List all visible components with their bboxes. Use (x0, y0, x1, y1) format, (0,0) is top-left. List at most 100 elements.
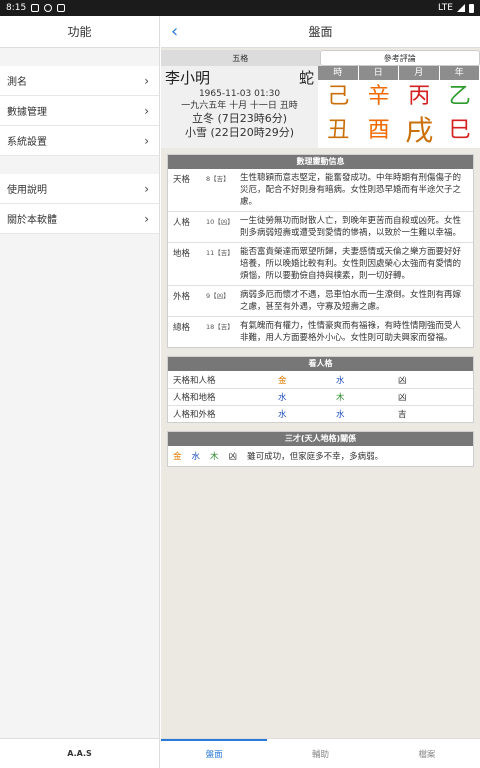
pillar-header-day: 日 (358, 66, 398, 80)
numerology-title: 數理靈動信息 (168, 155, 473, 169)
birth-datetime: 1965-11-03 01:30 (198, 89, 281, 99)
grid-score: 11【吉】 (206, 249, 234, 257)
relation-result: 凶 (398, 393, 407, 403)
grid-description: 有氣魄而有權力，性情豪爽而有福祿，有時性情剛強而受人非難，用人方面要格外小心。女… (240, 321, 462, 343)
battery-icon (469, 3, 474, 13)
grid-score: 10【凶】 (206, 218, 234, 226)
pillar-header-hour: 時 (318, 66, 358, 80)
personality-title: 看人格 (168, 357, 473, 371)
grid-score: 9【凶】 (206, 292, 230, 300)
clipboard-icon (57, 4, 66, 12)
solar-term-2: 小雪 (22日20時29分) (184, 126, 295, 139)
menu-item-help[interactable]: 使用說明 › (0, 174, 159, 204)
numerology-row: 人格 10【凶】 一生徒勞無功而財散人亡，到晚年更苦而自殺或凶死。女性則多病弱短… (168, 211, 473, 242)
branch-month: 戌 (405, 114, 434, 147)
segment-five-grids[interactable]: 五格 (161, 50, 320, 66)
menu-item-about[interactable]: 關於本軟體 › (0, 204, 159, 234)
branch-day: 酉 (367, 118, 390, 143)
menu-item-settings[interactable]: 系統設置 › (0, 126, 159, 156)
relation-name: 天格和人格 (173, 375, 216, 386)
page-title: 盤面 (308, 25, 333, 39)
element-b: 水 (336, 410, 345, 420)
tab-chart[interactable]: 盤面 (161, 739, 268, 768)
sancai-element-person: 水 (191, 452, 201, 462)
signal-icon (457, 4, 465, 12)
grid-description: 能否富貴榮達而眾望所歸，夫妻感情或天倫之樂方面要好好培養，所以晚婚比較有利。女性… (240, 247, 462, 281)
relation-row: 人格和外格 水 水 吉 (168, 405, 473, 422)
relation-result: 凶 (398, 375, 407, 386)
stem-month: 丙 (408, 84, 431, 109)
app-notification-icon (44, 4, 53, 12)
sancai-element-earth: 木 (210, 452, 219, 462)
numerology-card: 數理靈動信息 天格 8【吉】 生性聰穎而意志堅定，能奮發成功。中年時期有刑傷傷子… (167, 154, 474, 348)
element-a: 水 (278, 410, 287, 420)
personality-card: 看人格 天格和人格 金 水 凶 人格和地格 水 木 凶 人格和外格 水 水 吉 (167, 356, 474, 423)
grid-label: 地格 (173, 249, 191, 259)
stem-day: 辛 (367, 84, 390, 109)
network-type: LTE (438, 3, 453, 13)
earthly-branches-row: 丑 酉 戌 巳 (318, 114, 480, 148)
menu-item-label: 數據管理 (7, 107, 47, 118)
sancai-row: 金 水 木 凶 雖可成功，但家庭多不幸，多病弱。 (168, 446, 473, 466)
branch-year: 巳 (448, 118, 471, 143)
grid-description: 一生徒勞無功而財散人亡，到晚年更苦而自殺或凶死。女性則多病弱短壽或遭受到愛情的慘… (240, 216, 462, 238)
zodiac-sign: 蛇 (298, 69, 314, 87)
tab-bar: 盤面 輔助 檔案 (161, 738, 480, 768)
person-info: 李小明 蛇 1965-11-03 01:30 一九六五年 十月 十一日 丑時 立… (161, 66, 318, 148)
chevron-right-icon: › (144, 73, 149, 88)
sancai-element-heaven: 金 (173, 452, 182, 462)
grid-description: 病弱多厄而懷才不遇，忌車怕水而一生潦倒。女性則有再嫁之慮，甚至有外遇，守寡及短壽… (240, 290, 462, 312)
numerology-row: 總格 18【吉】 有氣魄而有權力，性情豪爽而有福祿，有時性情剛強而受人非難，用人… (168, 316, 473, 347)
person-name: 李小明 (165, 69, 211, 87)
segment-reviews[interactable]: 參考評論 (319, 50, 480, 66)
menu-item-label: 測名 (7, 77, 27, 88)
sancai-title: 三才(天人地格)關係 (168, 432, 473, 446)
element-a: 水 (278, 393, 287, 403)
chevron-right-icon: › (144, 133, 149, 148)
menu-item-naming[interactable]: 測名 › (0, 66, 159, 96)
numerology-list: 天格 8【吉】 生性聰穎而意志堅定，能奮發成功。中年時期有刑傷傷子的災厄，配合不… (168, 169, 473, 347)
element-b: 水 (336, 375, 345, 386)
grid-label: 人格 (173, 218, 191, 228)
sancai-description: 雖可成功，但家庭多不幸，多病弱。 (247, 452, 384, 462)
numerology-row: 天格 8【吉】 生性聰穎而意志堅定，能奮發成功。中年時期有刑傷傷子的災厄，配合不… (168, 169, 473, 211)
grid-description: 生性聰穎而意志堅定，能奮發成功。中年時期有刑傷傷子的災厄，配合不好則身有暗病。女… (240, 173, 462, 207)
chevron-right-icon: › (144, 103, 149, 118)
sancai-card: 三才(天人地格)關係 金 水 木 凶 雖可成功，但家庭多不幸，多病弱。 (167, 431, 474, 467)
branch-hour: 丑 (327, 118, 350, 143)
tab-files[interactable]: 檔案 (374, 739, 480, 768)
segmented-control: 五格 參考評論 (161, 50, 480, 66)
birth-chart: 李小明 蛇 1965-11-03 01:30 一九六五年 十月 十一日 丑時 立… (161, 66, 480, 148)
back-chevron-icon[interactable]: ‹ (171, 21, 178, 42)
navbar: ‹ 盤面 (161, 16, 480, 48)
tab-auxiliary[interactable]: 輔助 (267, 739, 373, 768)
relation-row: 人格和地格 水 木 凶 (168, 388, 473, 405)
menu-item-data-management[interactable]: 數據管理 › (0, 96, 159, 126)
relation-name: 人格和地格 (173, 393, 216, 403)
menu-item-label: 關於本軟體 (7, 215, 57, 226)
numerology-row: 外格 9【凶】 病弱多厄而懷才不遇，忌車怕水而一生潦倒。女性則有再嫁之慮，甚至有… (168, 285, 473, 316)
main-panel: ‹ 盤面 五格 參考評論 李小明 蛇 1965-11-03 01:30 一九六五… (161, 16, 480, 768)
side-menu-footer: A.A.S (0, 738, 159, 768)
lunar-date: 一九六五年 十月 十一日 丑時 (181, 101, 298, 111)
sancai-result: 凶 (228, 452, 238, 462)
relation-name: 人格和外格 (173, 410, 216, 420)
numerology-row: 地格 11【吉】 能否富貴榮達而眾望所歸，夫妻感情或天倫之樂方面要好好培養，所以… (168, 242, 473, 285)
personality-list: 天格和人格 金 水 凶 人格和地格 水 木 凶 人格和外格 水 水 吉 (168, 371, 473, 422)
four-pillars: 時 日 月 年 己 辛 丙 乙 丑 酉 戌 巳 (318, 66, 480, 148)
relation-row: 天格和人格 金 水 凶 (168, 371, 473, 388)
menu-spacer (0, 48, 159, 66)
solar-term-1: 立冬 (7日23時6分) (191, 112, 288, 125)
heavenly-stems-row: 己 辛 丙 乙 (318, 80, 480, 114)
relation-result: 吉 (398, 410, 407, 420)
grid-score: 8【吉】 (206, 175, 230, 183)
grid-score: 18【吉】 (206, 323, 234, 331)
side-menu: 功能 測名 › 數據管理 › 系統設置 › 使用說明 › 關於本軟體 › A.A… (0, 16, 160, 768)
stem-hour: 己 (327, 84, 350, 109)
menu-spacer (0, 156, 159, 174)
notification-icon (31, 4, 40, 12)
grid-label: 總格 (173, 323, 191, 333)
chevron-right-icon: › (144, 211, 149, 226)
element-a: 金 (278, 375, 287, 386)
stem-year: 乙 (448, 84, 471, 109)
